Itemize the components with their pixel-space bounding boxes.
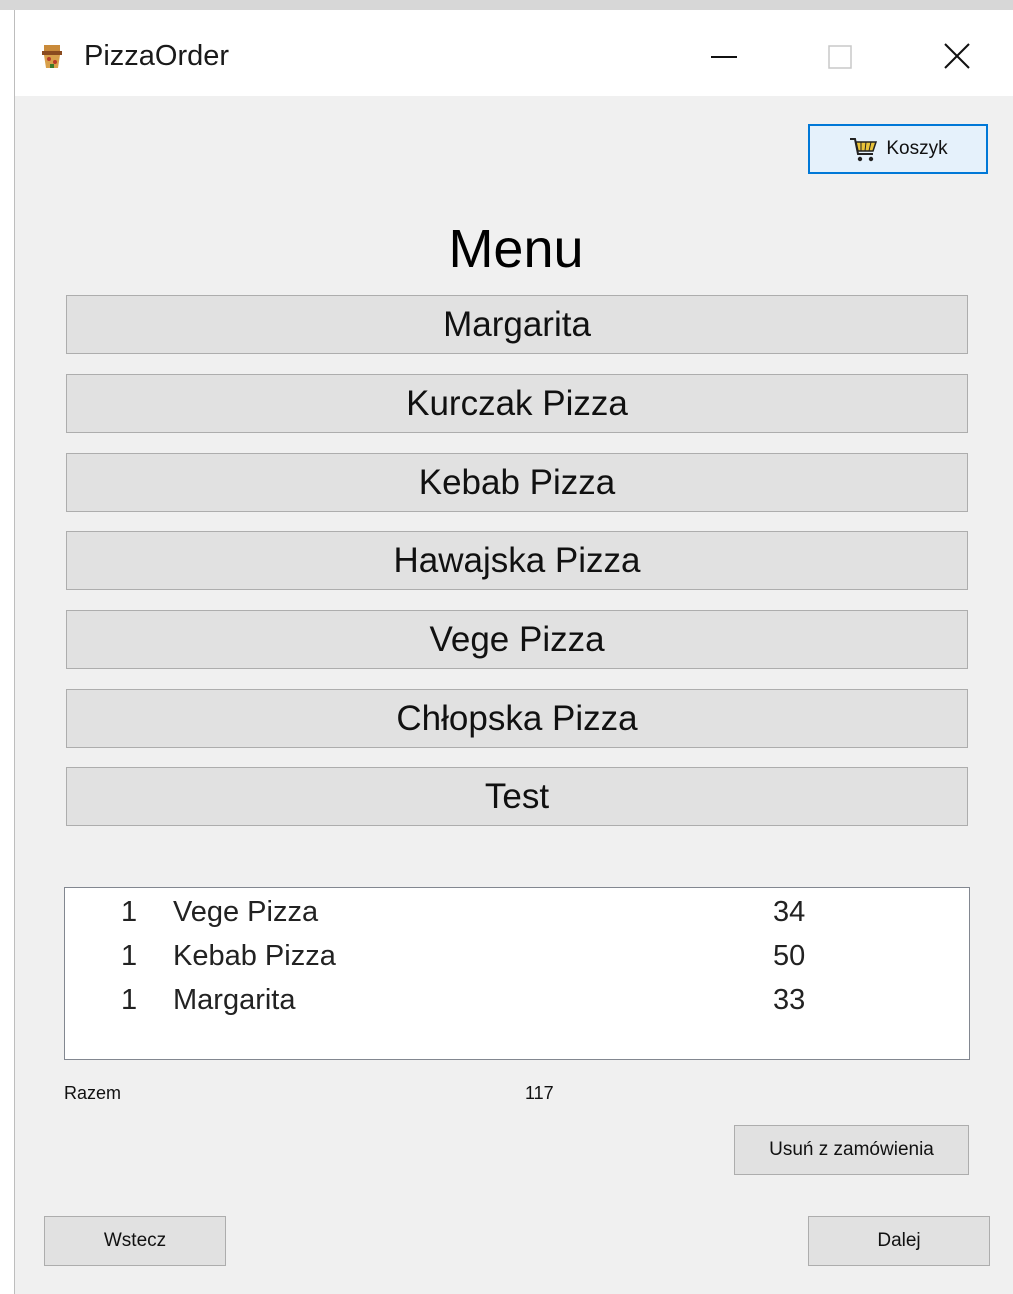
background-strip [0,0,1013,10]
order-row[interactable]: 1 Kebab Pizza 50 [65,934,969,978]
order-row[interactable]: 1 Margarita 33 [65,978,969,1022]
menu-item-vege-pizza-button[interactable]: Vege Pizza [66,610,968,669]
remove-from-order-button[interactable]: Usuń z zamówienia [734,1125,969,1175]
order-row-quantity: 1 [121,896,138,928]
order-row-quantity: 1 [121,984,138,1016]
menu-heading: Menu [448,219,584,279]
cart-button-label: Koszyk [886,138,948,159]
total-value: 117 [525,1083,554,1103]
close-icon[interactable] [927,32,987,82]
window-title: PizzaOrder [84,40,230,72]
menu-item-chlopska-pizza-button[interactable]: Chłopska Pizza [66,689,968,748]
app-window: PizzaOrder Koszyk Menu Margarita Kurczak… [14,10,1013,1294]
screen: PizzaOrder Koszyk Menu Margarita Kurczak… [0,0,1013,1294]
maximize-icon[interactable] [810,32,870,82]
menu-item-margarita-button[interactable]: Margarita [66,295,968,354]
title-bar[interactable]: PizzaOrder [15,10,1013,96]
order-row-price: 50 [773,940,806,972]
order-row-name: Margarita [173,984,296,1016]
back-button[interactable]: Wstecz [44,1216,226,1266]
order-row-price: 33 [773,984,806,1016]
order-list[interactable]: 1 Vege Pizza 34 1 Kebab Pizza 50 1 Marga… [64,887,970,1060]
menu-item-kebab-pizza-button[interactable]: Kebab Pizza [66,453,968,512]
order-row-name: Kebab Pizza [173,940,336,972]
minimize-icon[interactable] [695,32,755,82]
menu-item-test-button[interactable]: Test [66,767,968,826]
cart-icon [850,138,878,162]
total-label: Razem [64,1083,122,1103]
menu-item-kurczak-pizza-button[interactable]: Kurczak Pizza [66,374,968,433]
pizza-app-icon [42,45,62,68]
next-button[interactable]: Dalej [808,1216,990,1266]
order-row-price: 34 [773,896,806,928]
order-row-name: Vege Pizza [173,896,319,928]
cart-button[interactable]: Koszyk [808,124,988,174]
order-row-quantity: 1 [121,940,138,972]
order-row[interactable]: 1 Vege Pizza 34 [65,890,969,934]
menu-item-hawajska-pizza-button[interactable]: Hawajska Pizza [66,531,968,590]
